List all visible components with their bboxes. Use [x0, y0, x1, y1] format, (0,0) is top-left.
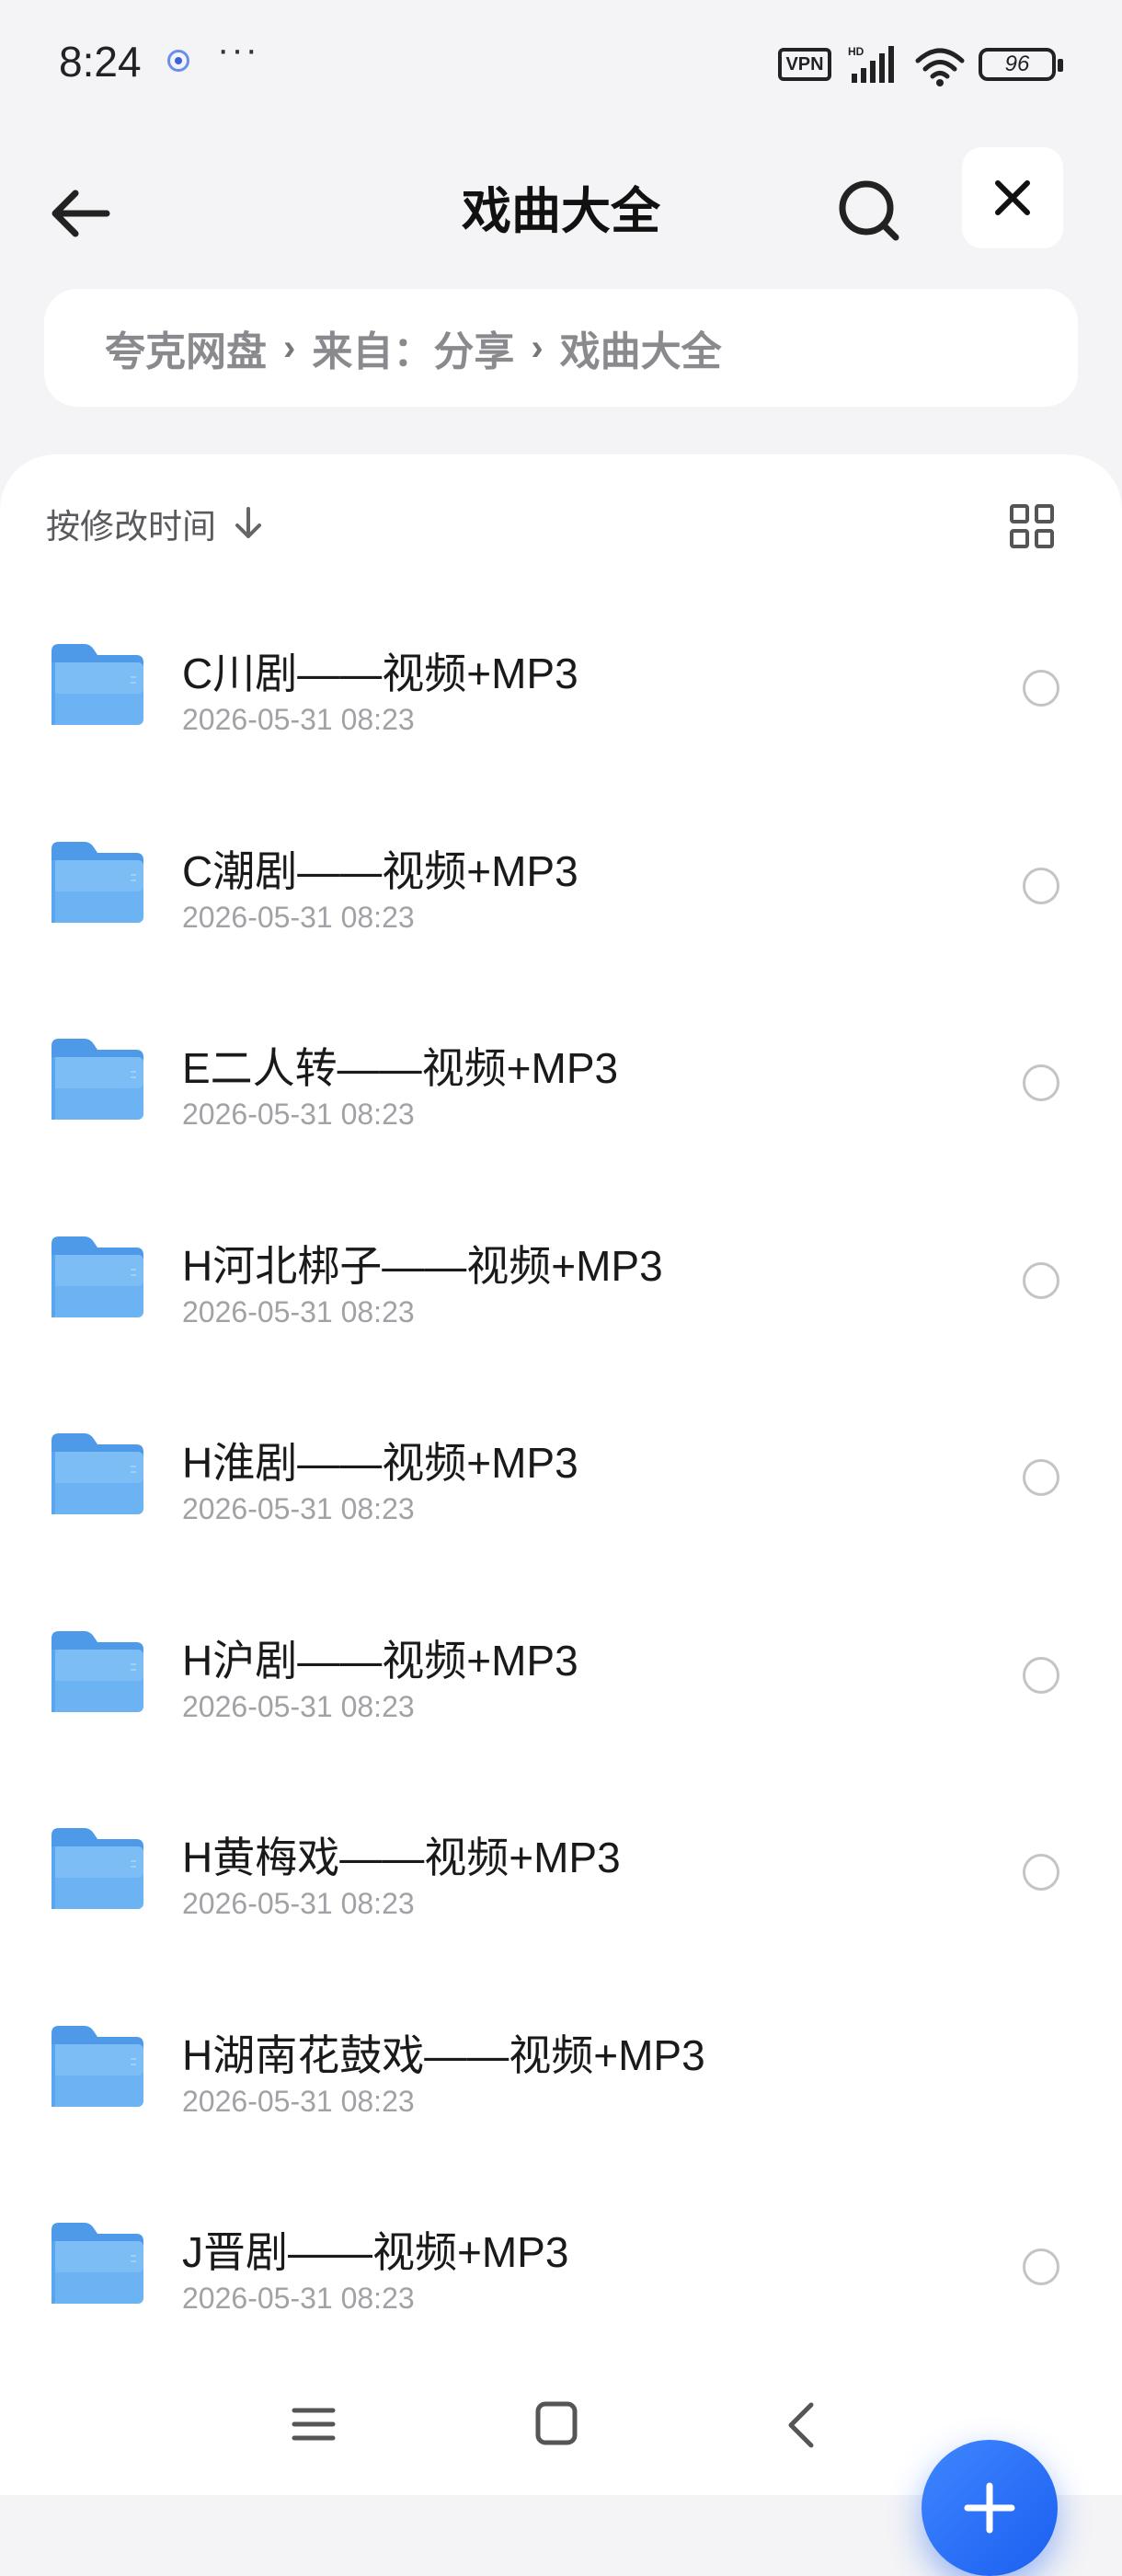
system-nav-bar [0, 2374, 1122, 2495]
wifi-icon [915, 48, 965, 86]
status-more: ··· [217, 29, 259, 70]
file-name: H湖南花鼓戏——视频+MP3 [182, 2030, 705, 2079]
folder-icon [52, 1433, 143, 1514]
select-checkbox[interactable] [1023, 1459, 1059, 1496]
status-time: 8:24 [59, 38, 142, 86]
sort-toggle[interactable]: 按修改时间 [46, 491, 264, 556]
file-row[interactable]: C潮剧——视频+MP3 2026-05-31 08:23 [0, 790, 1122, 987]
folder-icon [52, 2223, 143, 2304]
file-date: 2026-05-31 08:23 [182, 900, 415, 934]
file-name: C潮剧——视频+MP3 [182, 846, 578, 895]
breadcrumb: 夸克网盘 › 来自：分享 › 戏曲大全 [44, 289, 1078, 407]
select-checkbox[interactable] [1023, 2248, 1059, 2285]
file-name: H淮剧——视频+MP3 [182, 1439, 578, 1487]
file-row[interactable]: C川剧——视频+MP3 2026-05-31 08:23 [0, 592, 1122, 789]
svg-text:HD: HD [848, 45, 864, 58]
file-row[interactable]: E二人转——视频+MP3 2026-05-31 08:23 [0, 987, 1122, 1184]
file-row[interactable]: H淮剧——视频+MP3 2026-05-31 08:23 [0, 1382, 1122, 1579]
hd-signal-icon: HD [848, 45, 894, 83]
file-name: C川剧——视频+MP3 [182, 650, 578, 697]
grid-view-icon [1010, 504, 1054, 548]
select-checkbox[interactable] [1023, 1656, 1059, 1694]
file-date: 2026-05-31 08:23 [182, 2084, 415, 2118]
top-bar: 戏曲大全 [0, 138, 1122, 267]
folder-icon [52, 841, 143, 923]
search-icon [839, 180, 899, 241]
page-title: 戏曲大全 [462, 184, 660, 239]
sort-down-arrow-icon [235, 507, 261, 538]
select-checkbox[interactable] [1023, 670, 1059, 707]
file-date: 2026-05-31 08:23 [182, 703, 415, 736]
view-toggle-button[interactable] [1008, 502, 1056, 550]
file-row[interactable]: H沪剧——视频+MP3 2026-05-31 08:23 [0, 1580, 1122, 1777]
select-checkbox[interactable] [1023, 1261, 1059, 1299]
file-sheet: 按修改时间 C川剧——视频+MP3 2026-05-31 08:23 C潮剧——视频… [0, 454, 1122, 2576]
breadcrumb-item-root[interactable]: 夸克网盘 [105, 318, 267, 377]
home-icon[interactable] [533, 2399, 579, 2447]
back-button[interactable] [42, 175, 120, 252]
file-name: H黄梅戏——视频+MP3 [182, 1834, 621, 1881]
back-arrow-icon [52, 190, 110, 237]
file-date: 2026-05-31 08:23 [182, 2282, 415, 2315]
menu-icon[interactable] [291, 2401, 337, 2447]
folder-icon [52, 1630, 143, 1712]
file-row[interactable]: H黄梅戏——视频+MP3 2026-05-31 08:23 [0, 1777, 1122, 1973]
chevron-right-icon: › [283, 327, 296, 368]
select-checkbox[interactable] [1023, 1854, 1059, 1891]
app-notification-icon [167, 50, 189, 72]
file-date: 2026-05-31 08:23 [182, 1887, 415, 1920]
select-checkbox[interactable] [1023, 867, 1059, 904]
close-icon [995, 180, 1030, 215]
vpn-indicator: VPN [778, 48, 831, 81]
battery-icon: 96 [979, 48, 1063, 81]
select-checkbox[interactable] [1023, 1064, 1059, 1101]
status-bar: 8:24 ··· VPN HD 96 [0, 0, 1122, 129]
file-name: H河北梆子——视频+MP3 [182, 1241, 663, 1290]
file-row[interactable]: H湖南花鼓戏——视频+MP3 2026-05-31 08:23 [0, 1974, 1122, 2171]
folder-icon [52, 644, 143, 725]
folder-icon [52, 2025, 143, 2107]
file-date: 2026-05-31 08:23 [182, 1294, 415, 1328]
file-date: 2026-05-31 08:23 [182, 1098, 415, 1131]
folder-icon [52, 1828, 143, 1909]
folder-icon [52, 1236, 143, 1317]
file-row[interactable]: J晋剧——视频+MP3 2026-05-31 08:23 [0, 2171, 1122, 2368]
file-name: E二人转——视频+MP3 [182, 1044, 619, 1092]
folder-icon [52, 1039, 143, 1120]
file-row[interactable]: H河北梆子——视频+MP3 2026-05-31 08:23 [0, 1185, 1122, 1382]
file-name: J晋剧——视频+MP3 [182, 2228, 569, 2276]
breadcrumb-item-share[interactable]: 来自：分享 [312, 318, 514, 377]
file-date: 2026-05-31 08:23 [182, 1689, 415, 1723]
chevron-right-icon: › [531, 327, 544, 368]
file-date: 2026-05-31 08:23 [182, 1492, 415, 1525]
close-button[interactable] [962, 147, 1063, 248]
file-name: H沪剧——视频+MP3 [182, 1636, 578, 1685]
sort-label: 按修改时间 [46, 508, 216, 546]
back-icon[interactable] [782, 2399, 819, 2451]
search-button[interactable] [828, 169, 910, 252]
breadcrumb-item-current[interactable]: 戏曲大全 [560, 318, 722, 377]
